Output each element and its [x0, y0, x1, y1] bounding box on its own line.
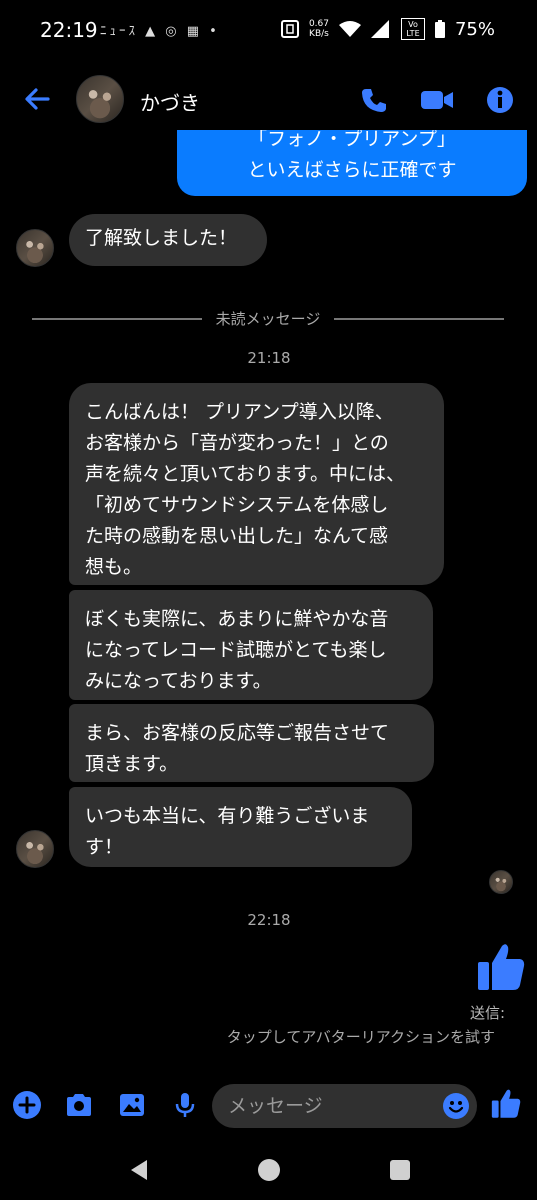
- message-line: 「フォノ・プリアンプ」: [248, 130, 456, 150]
- received-message-bubble[interactable]: ぼくも実際に、あまりに鮮やかな音 になってレコード試聴がとても楽し みになってお…: [69, 590, 433, 700]
- status-time: 22:19: [40, 18, 98, 42]
- system-nav-bar: [0, 1140, 537, 1200]
- thumbs-up-icon[interactable]: [490, 1087, 522, 1119]
- battery-percent: 75%: [454, 18, 495, 40]
- status-bar: 22:19 ﾆｭｰｽ ▲ ◎ ▦ • 0.67 KB/s Vo LTE 75%: [0, 0, 537, 60]
- video-call-icon[interactable]: [420, 86, 454, 114]
- speed-value: 0.67: [308, 19, 329, 29]
- speed-unit: KB/s: [309, 29, 329, 39]
- unread-label: 未読メッセージ: [215, 310, 321, 328]
- battery-icon: [434, 20, 445, 38]
- message-line: す！: [85, 836, 124, 858]
- notification-icons: ﾆｭｰｽ ▲ ◎ ▦ •: [100, 24, 220, 39]
- message-line: いつも本当に、有り難うございま: [85, 805, 370, 827]
- message-line: になってレコード試聴がとても楽し: [85, 639, 387, 661]
- microphone-icon[interactable]: [170, 1090, 200, 1120]
- message-input[interactable]: [212, 1084, 477, 1128]
- sent-status: 送信:: [469, 1004, 505, 1022]
- message-line: まら、お客様の反応等ご報告させて: [85, 722, 390, 744]
- signal-icon: [370, 20, 389, 38]
- message-line: 想も。: [85, 556, 143, 578]
- status-right: 0.67 KB/s Vo LTE 75%: [280, 18, 495, 40]
- divider-line: [32, 318, 202, 320]
- contact-avatar[interactable]: [76, 75, 124, 123]
- received-message-bubble[interactable]: まら、お客様の反応等ご報告させて 頂きます。: [69, 704, 434, 782]
- nfc-icon: [280, 20, 299, 38]
- nav-back-icon[interactable]: [127, 1158, 151, 1182]
- contact-avatar-small[interactable]: [16, 229, 54, 267]
- message-line: 「初めてサウンドシステムを体感し: [85, 494, 389, 516]
- sent-message-bubble[interactable]: 「フォノ・プリアンプ」 といえばさらに正確です: [177, 130, 527, 196]
- message-line: みになっております。: [85, 670, 272, 692]
- thumbs-up-icon[interactable]: [475, 940, 527, 992]
- back-arrow-icon[interactable]: [22, 84, 52, 114]
- image-icon[interactable]: [117, 1090, 147, 1120]
- wifi-icon: [338, 21, 361, 37]
- phone-icon[interactable]: [360, 86, 388, 114]
- chat-header: かづき: [0, 62, 537, 137]
- received-message-bubble[interactable]: いつも本当に、有り難うございま す！: [69, 787, 412, 867]
- read-receipt-avatar: [489, 870, 513, 894]
- nav-recents-icon[interactable]: [388, 1158, 412, 1182]
- timestamp: 21:18: [247, 349, 291, 367]
- timestamp: 22:18: [247, 911, 291, 929]
- contact-name[interactable]: かづき: [140, 87, 200, 116]
- received-message-bubble[interactable]: こんばんは！ プリアンプ導入以降、 お客様から「音が変わった！」との 声を続々と…: [69, 383, 444, 585]
- message-line: 声を続々と頂いております。中には、: [85, 463, 405, 485]
- volte-badge: Vo LTE: [400, 18, 425, 40]
- message-line: といえばさらに正確です: [247, 159, 457, 181]
- nav-home-icon[interactable]: [257, 1158, 281, 1182]
- unread-divider: 未読メッセージ: [32, 304, 504, 334]
- received-message-bubble[interactable]: 了解致しました！: [69, 214, 267, 266]
- message-line: ぼくも実際に、あまりに鮮やかな音: [85, 608, 389, 630]
- network-speed: 0.67 KB/s: [309, 19, 329, 39]
- composer-bar: [0, 1072, 537, 1138]
- info-icon[interactable]: [486, 86, 514, 114]
- message-line: た時の感動を思い出した」なんて感: [85, 525, 389, 547]
- message-line: 頂きます。: [85, 753, 179, 775]
- emoji-icon[interactable]: [442, 1092, 470, 1120]
- camera-icon[interactable]: [64, 1090, 94, 1120]
- divider-line: [334, 318, 504, 320]
- message-line: こんばんは！ プリアンプ導入以降、: [85, 401, 394, 423]
- contact-avatar-small[interactable]: [16, 830, 54, 868]
- message-line: お客様から「音が変わった！」との: [85, 432, 389, 454]
- avatar-reaction-hint[interactable]: タップしてアバターリアクションを試す: [227, 1026, 495, 1047]
- plus-icon[interactable]: [12, 1090, 42, 1120]
